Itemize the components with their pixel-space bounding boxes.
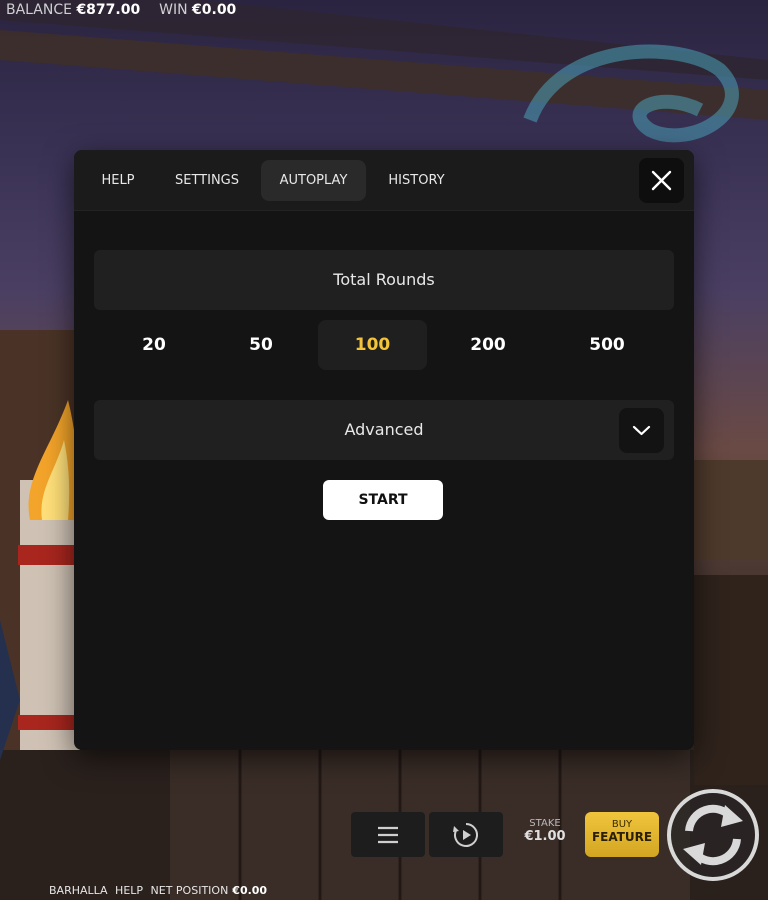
- net-position-value: €0.00: [232, 884, 268, 897]
- stake-label: STAKE: [529, 818, 561, 829]
- balance-bar: BALANCE €877.00 WIN €0.00: [6, 2, 236, 18]
- balance-value: €877.00: [76, 2, 141, 18]
- spin-icon: [667, 789, 759, 881]
- tab-history[interactable]: HISTORY: [379, 160, 454, 201]
- win-label: WIN: [159, 2, 188, 18]
- dialog-header: HELP SETTINGS AUTOPLAY HISTORY: [74, 150, 694, 211]
- stake-value: €1.00: [524, 829, 566, 844]
- tab-settings[interactable]: SETTINGS: [166, 160, 248, 201]
- feature-label: FEATURE: [591, 830, 653, 844]
- autoplay-button[interactable]: [429, 812, 503, 857]
- rounds-option-200[interactable]: 200: [438, 320, 538, 370]
- buy-feature-button[interactable]: BUY FEATURE: [585, 812, 659, 857]
- tab-autoplay[interactable]: AUTOPLAY: [261, 160, 366, 201]
- hamburger-menu-icon: [378, 826, 398, 844]
- rounds-option-500[interactable]: 500: [557, 320, 657, 370]
- buy-label: BUY: [611, 819, 633, 830]
- spin-button[interactable]: [665, 787, 761, 883]
- chevron-down-icon: [632, 425, 651, 436]
- advanced-toggle[interactable]: Advanced: [94, 400, 674, 460]
- game-name: BARHALLA: [49, 884, 108, 897]
- start-button[interactable]: START: [323, 480, 443, 520]
- stake-display[interactable]: STAKE €1.00: [512, 818, 578, 844]
- footer-bar: BARHALLA HELP NET POSITION €0.00: [49, 884, 271, 897]
- advanced-label: Advanced: [344, 420, 424, 439]
- close-icon: [651, 170, 672, 191]
- advanced-expand-button[interactable]: [619, 408, 664, 453]
- autoplay-icon: [453, 823, 478, 847]
- win-value: €0.00: [192, 2, 237, 18]
- rounds-option-50[interactable]: 50: [211, 320, 311, 370]
- rounds-option-20[interactable]: 20: [104, 320, 204, 370]
- net-position-label: NET POSITION: [150, 884, 229, 897]
- balance-label: BALANCE: [6, 2, 72, 18]
- menu-button[interactable]: [351, 812, 425, 857]
- footer-help-link[interactable]: HELP: [115, 884, 143, 897]
- autoplay-dialog: HELP SETTINGS AUTOPLAY HISTORY Total Rou…: [74, 150, 694, 750]
- tab-help[interactable]: HELP: [92, 160, 144, 201]
- rounds-option-100[interactable]: 100: [318, 320, 427, 370]
- close-button[interactable]: [639, 158, 684, 203]
- total-rounds-heading: Total Rounds: [94, 250, 674, 310]
